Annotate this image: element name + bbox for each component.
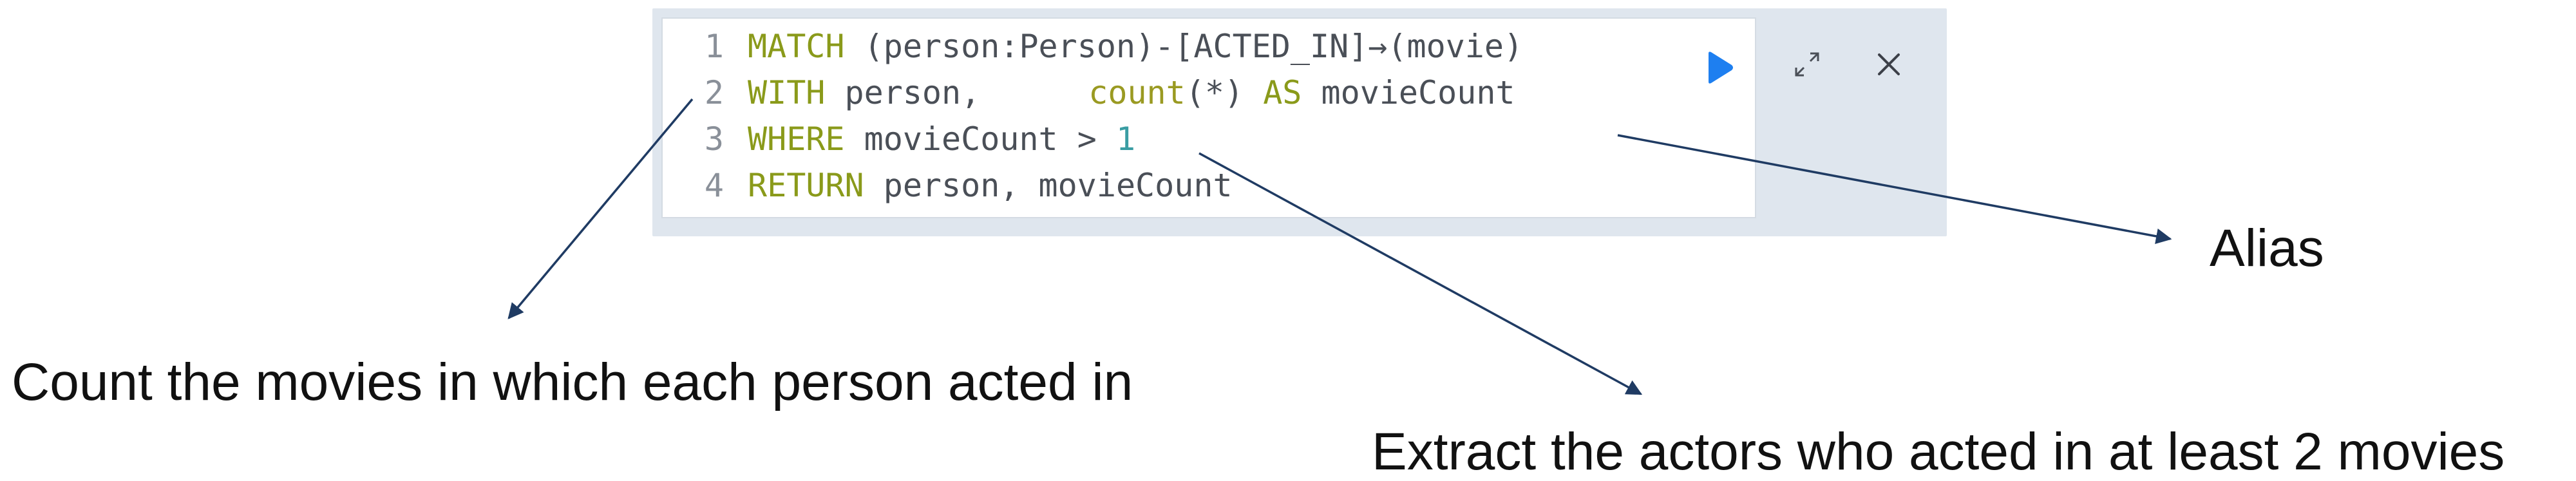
annotation-count-movies: Count the movies in which each person ac… [12,353,1133,411]
arrow-alias [1617,134,2172,244]
stage: 1 MATCH (person:Person)-[ACTED_IN]→(movie… [0,0,2576,481]
annotation-alias: Alias [2210,219,2324,278]
annotation-extract-actors: Extract the actors who acted in at least… [1372,422,2505,481]
arrow-extract-actors [1198,152,1643,395]
arrow-count-movies [507,98,694,319]
